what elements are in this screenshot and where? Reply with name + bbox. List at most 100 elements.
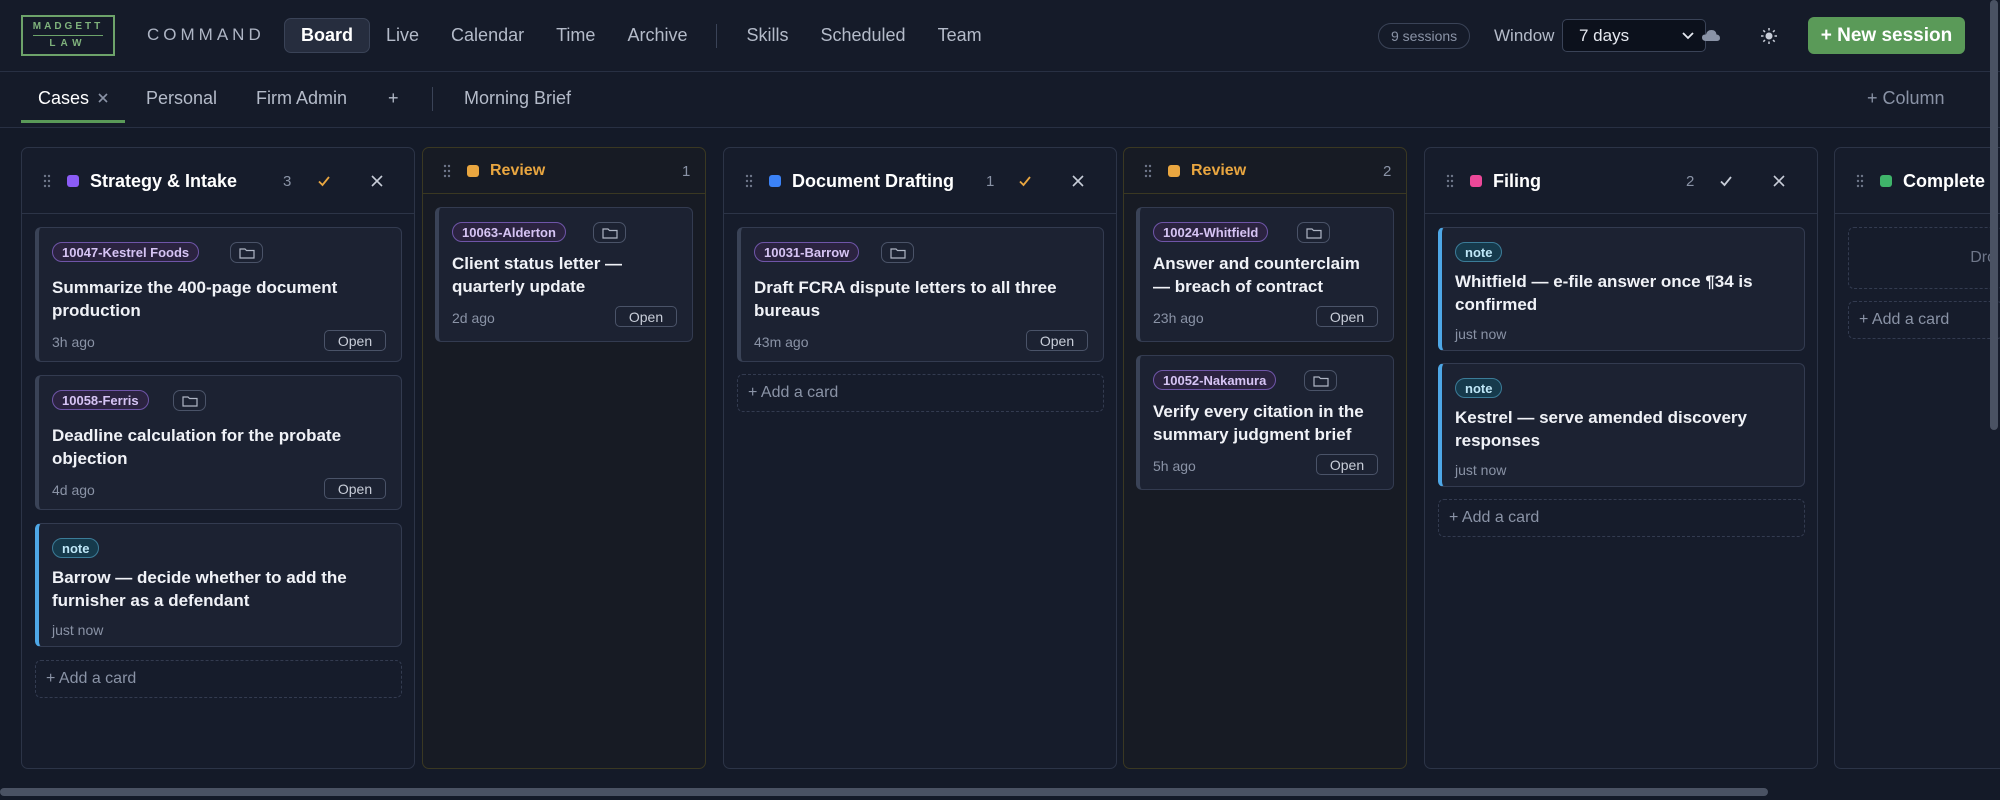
matter-tag[interactable]: 10063-Alderton bbox=[452, 222, 566, 242]
nav-skills[interactable]: Skills bbox=[730, 18, 804, 53]
case-card[interactable]: 10024-Whitfield Answer and counterclaim … bbox=[1136, 207, 1394, 342]
case-card[interactable]: 10031-Barrow Draft FCRA dispute letters … bbox=[737, 227, 1104, 362]
card-timestamp: 3h ago bbox=[52, 334, 95, 350]
case-card[interactable]: 10052-Nakamura Verify every citation in … bbox=[1136, 355, 1394, 490]
folder-icon[interactable] bbox=[1297, 222, 1330, 243]
column-complete: Complete Dro + Add a card bbox=[1834, 147, 2000, 769]
folder-icon[interactable] bbox=[1304, 370, 1337, 391]
card-title: Barrow — decide whether to add the furni… bbox=[52, 568, 347, 610]
drag-handle-icon[interactable] bbox=[443, 164, 451, 178]
close-icon[interactable] bbox=[96, 91, 110, 105]
column-color-dot bbox=[1168, 165, 1180, 177]
card-timestamp: 2d ago bbox=[452, 310, 495, 326]
nav-archive[interactable]: Archive bbox=[611, 18, 703, 53]
horizontal-scrollbar[interactable] bbox=[0, 788, 1768, 796]
add-tab-button[interactable]: + bbox=[388, 88, 399, 109]
card-title: Deadline calculation for the probate obj… bbox=[52, 426, 342, 468]
column-title: Strategy & Intake bbox=[90, 171, 238, 191]
nav-calendar[interactable]: Calendar bbox=[435, 18, 540, 53]
note-card[interactable]: note Kestrel — serve amended discovery r… bbox=[1438, 363, 1805, 487]
logo-line-1: MADGETT bbox=[32, 21, 104, 32]
close-column-icon[interactable] bbox=[1771, 173, 1787, 189]
folder-icon[interactable] bbox=[881, 242, 914, 263]
folder-icon[interactable] bbox=[230, 242, 263, 263]
open-button[interactable]: Open bbox=[615, 306, 677, 327]
check-icon[interactable] bbox=[316, 173, 332, 189]
open-button[interactable]: Open bbox=[1026, 330, 1088, 351]
column-document-drafting: Document Drafting 1 10031-Barrow Draft F… bbox=[723, 147, 1117, 769]
tabs-divider bbox=[432, 87, 433, 111]
folder-icon[interactable] bbox=[173, 390, 206, 411]
card-timestamp: just now bbox=[1455, 462, 1507, 478]
chevron-down-icon bbox=[1682, 32, 1694, 40]
tab-morning-brief[interactable]: Morning Brief bbox=[464, 88, 571, 109]
column-header: Strategy & Intake 3 bbox=[22, 148, 414, 214]
add-card-button[interactable]: + Add a card bbox=[1848, 301, 2000, 339]
card-title: Draft FCRA dispute letters to all three … bbox=[754, 278, 1057, 320]
open-button[interactable]: Open bbox=[324, 478, 386, 499]
matter-tag[interactable]: 10024-Whitfield bbox=[1153, 222, 1269, 242]
check-icon[interactable] bbox=[1017, 173, 1033, 189]
column-color-dot bbox=[467, 165, 479, 177]
sun-icon[interactable] bbox=[1755, 22, 1783, 50]
cloud-icon[interactable] bbox=[1697, 22, 1725, 50]
add-card-button[interactable]: + Add a card bbox=[35, 660, 402, 698]
open-button[interactable]: Open bbox=[1316, 454, 1378, 475]
nav-time[interactable]: Time bbox=[540, 18, 611, 53]
card-title: Kestrel — serve amended discovery respon… bbox=[1455, 408, 1747, 450]
column-header: Review 2 bbox=[1124, 148, 1406, 194]
card-title: Summarize the 400-page document producti… bbox=[52, 278, 338, 320]
add-column-button[interactable]: + Column bbox=[1867, 88, 1945, 109]
note-tag: note bbox=[52, 538, 100, 558]
tab-cases[interactable]: Cases bbox=[38, 88, 89, 109]
drag-handle-icon[interactable] bbox=[1144, 164, 1152, 178]
vertical-scrollbar[interactable] bbox=[1990, 0, 1998, 430]
nav-board[interactable]: Board bbox=[284, 18, 371, 53]
card-timestamp: 43m ago bbox=[754, 334, 809, 350]
check-icon[interactable] bbox=[1718, 173, 1734, 189]
add-card-button[interactable]: + Add a card bbox=[1438, 499, 1805, 537]
case-card[interactable]: 10047-Kestrel Foods Summarize the 400-pa… bbox=[35, 227, 402, 362]
close-column-icon[interactable] bbox=[1070, 173, 1086, 189]
drag-handle-icon[interactable] bbox=[1856, 174, 1864, 188]
note-card[interactable]: note Whitfield — e-file answer once ¶34 … bbox=[1438, 227, 1805, 351]
sessions-badge: 9 sessions bbox=[1378, 23, 1471, 49]
column-title: Review bbox=[490, 162, 546, 179]
drag-handle-icon[interactable] bbox=[745, 174, 753, 188]
card-timestamp: 23h ago bbox=[1153, 310, 1204, 326]
tab-firm-admin[interactable]: Firm Admin bbox=[256, 88, 347, 109]
drag-handle-icon[interactable] bbox=[43, 174, 51, 188]
add-card-button[interactable]: + Add a card bbox=[737, 374, 1104, 412]
nav-scheduled[interactable]: Scheduled bbox=[804, 18, 921, 53]
matter-tag[interactable]: 10047-Kestrel Foods bbox=[52, 242, 200, 262]
window-select[interactable]: 7 days bbox=[1562, 19, 1706, 52]
matter-tag[interactable]: 10058-Ferris bbox=[52, 390, 149, 410]
note-tag: note bbox=[1455, 378, 1503, 398]
column-count: 3 bbox=[283, 173, 292, 190]
tab-personal[interactable]: Personal bbox=[146, 88, 217, 109]
close-column-icon[interactable] bbox=[369, 173, 385, 189]
column-count: 1 bbox=[986, 173, 995, 190]
case-card[interactable]: 10058-Ferris Deadline calculation for th… bbox=[35, 375, 402, 510]
matter-tag[interactable]: 10031-Barrow bbox=[754, 242, 860, 262]
logo-rule bbox=[33, 35, 103, 36]
column-header: Document Drafting 1 bbox=[724, 148, 1116, 214]
open-button[interactable]: Open bbox=[1316, 306, 1378, 327]
new-session-button[interactable]: + New session bbox=[1808, 17, 1965, 54]
case-card[interactable]: 10063-Alderton Client status letter — qu… bbox=[435, 207, 693, 342]
column-color-dot bbox=[1880, 175, 1892, 187]
firm-logo[interactable]: MADGETT LAW bbox=[21, 15, 115, 56]
nav-live[interactable]: Live bbox=[370, 18, 435, 53]
card-title: Verify every citation in the summary jud… bbox=[1153, 402, 1364, 444]
drop-zone[interactable]: Dro bbox=[1848, 227, 2000, 289]
drag-handle-icon[interactable] bbox=[1446, 174, 1454, 188]
nav-team[interactable]: Team bbox=[922, 18, 998, 53]
matter-tag[interactable]: 10052-Nakamura bbox=[1153, 370, 1277, 390]
column-count: 2 bbox=[1383, 163, 1392, 180]
open-button[interactable]: Open bbox=[324, 330, 386, 351]
column-header: Review 1 bbox=[423, 148, 705, 194]
note-card[interactable]: note Barrow — decide whether to add the … bbox=[35, 523, 402, 647]
folder-icon[interactable] bbox=[593, 222, 626, 243]
card-timestamp: 5h ago bbox=[1153, 458, 1196, 474]
column-title: Document Drafting bbox=[792, 171, 954, 191]
